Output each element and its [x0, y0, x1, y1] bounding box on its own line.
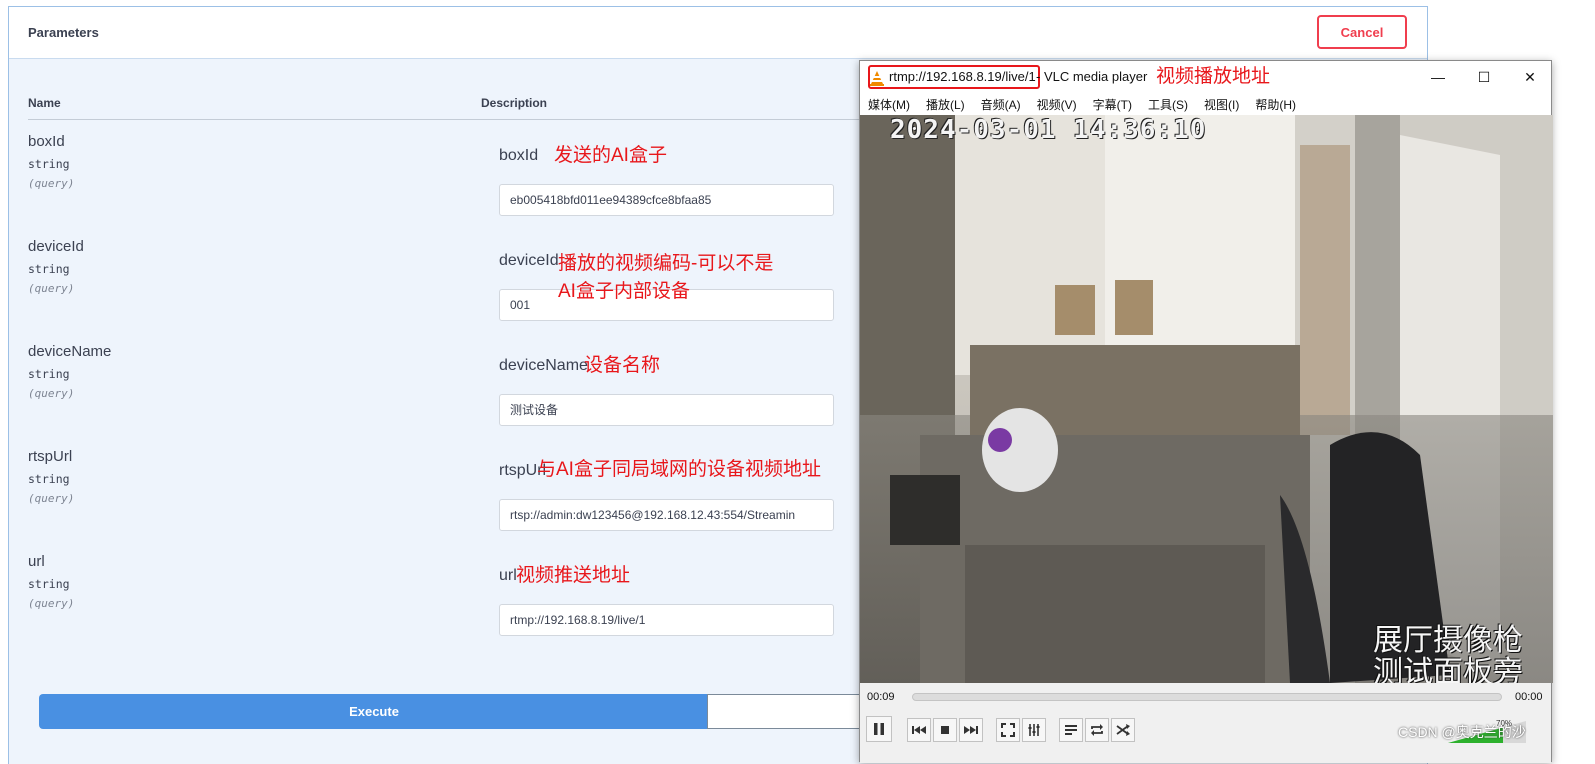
- column-header-name: Name: [28, 96, 61, 110]
- video-timestamp: 2024-03-01 14:36:10: [890, 115, 1207, 145]
- param-description: url: [499, 567, 517, 584]
- annotation-url: 视频推送地址: [516, 565, 631, 586]
- skip-back-icon: [912, 726, 926, 734]
- vlc-window: rtmp://192.168.8.19/live/1 - VLC media p…: [859, 60, 1553, 763]
- menu-tools[interactable]: 工具(S): [1148, 96, 1188, 113]
- annotation-deviceid-line1: 播放的视频编码-可以不是: [558, 253, 774, 274]
- vlc-menubar: 媒体(M) 播放(L) 音频(A) 视频(V) 字幕(T) 工具(S) 视图(I…: [860, 93, 1551, 115]
- menu-view[interactable]: 视图(I): [1204, 96, 1239, 113]
- pause-icon: [874, 723, 884, 735]
- param-row-devicename: deviceName string (query) deviceName 测试设…: [28, 343, 883, 443]
- param-type: string: [28, 367, 70, 381]
- extended-settings-button[interactable]: [1022, 718, 1046, 742]
- param-row-url: url string (query) url rtmp://192.168.8.…: [28, 553, 883, 653]
- param-location: (query): [28, 492, 75, 505]
- minimize-button[interactable]: —: [1415, 61, 1461, 93]
- stop-icon: [941, 726, 949, 734]
- equalizer-icon: [1028, 724, 1040, 736]
- vlc-titlebar: rtmp://192.168.8.19/live/1 - VLC media p…: [860, 61, 1551, 93]
- annotation-boxid: 发送的AI盒子: [554, 145, 667, 166]
- total-time: 00:00: [1515, 691, 1543, 703]
- menu-subtitle[interactable]: 字幕(T): [1093, 96, 1132, 113]
- annotation-rtspurl: 与AI盒子同局域网的设备视频地址: [537, 459, 821, 480]
- clear-button[interactable]: [707, 694, 867, 729]
- param-name: rtspUrl: [28, 448, 73, 465]
- shuffle-button[interactable]: [1111, 718, 1135, 742]
- param-location: (query): [28, 597, 75, 610]
- loop-icon: [1091, 724, 1103, 736]
- menu-playback[interactable]: 播放(L): [926, 96, 965, 113]
- param-name: url: [28, 553, 45, 570]
- seek-bar[interactable]: [912, 693, 1502, 701]
- fullscreen-button[interactable]: [996, 718, 1020, 742]
- csdn-watermark: CSDN @奥克兰的沙: [1398, 724, 1526, 740]
- param-location: (query): [28, 282, 75, 295]
- param-location: (query): [28, 177, 75, 190]
- column-header-description: Description: [481, 96, 548, 110]
- param-description: deviceName: [499, 357, 588, 374]
- param-location: (query): [28, 387, 75, 400]
- param-description: deviceId: [499, 252, 559, 269]
- camera-scene-image: [860, 115, 1553, 683]
- pause-button[interactable]: [866, 716, 892, 742]
- menu-media[interactable]: 媒体(M): [868, 96, 910, 113]
- param-type: string: [28, 577, 70, 591]
- parameters-title: Parameters: [28, 25, 99, 40]
- stop-button[interactable]: [933, 718, 957, 742]
- param-type: string: [28, 472, 70, 486]
- loop-button[interactable]: [1085, 718, 1109, 742]
- shuffle-icon: [1116, 724, 1130, 736]
- url-input[interactable]: rtmp://192.168.8.19/live/1: [499, 604, 834, 636]
- param-name: deviceName: [28, 343, 112, 360]
- annotation-vlc-title: 视频播放地址: [1156, 66, 1271, 87]
- annotation-deviceid-line2: AI盒子内部设备: [558, 281, 690, 302]
- menu-video[interactable]: 视频(V): [1037, 96, 1077, 113]
- param-name: deviceId: [28, 238, 84, 255]
- header-divider: [28, 119, 883, 120]
- close-button[interactable]: ✕: [1507, 61, 1553, 93]
- boxid-input[interactable]: eb005418bfd011ee94389cfce8bfaa85: [499, 184, 834, 216]
- elapsed-time: 00:09: [867, 691, 895, 703]
- vlc-title-suffix: - VLC media player: [1036, 69, 1148, 84]
- annotation-devicename: 设备名称: [584, 355, 661, 376]
- rtspurl-input[interactable]: rtsp://admin:dw123456@192.168.12.43:554/…: [499, 499, 834, 531]
- playlist-button[interactable]: [1059, 718, 1083, 742]
- next-button[interactable]: [959, 718, 983, 742]
- parameters-header: Parameters Cancel: [9, 7, 1427, 59]
- param-type: string: [28, 262, 70, 276]
- param-type: string: [28, 157, 70, 171]
- video-overlay-line2: 测试面板旁: [1373, 656, 1523, 683]
- video-frame[interactable]: 2024-03-01 14:36:10 展厅摄像枪 测试面板旁: [860, 115, 1553, 683]
- menu-help[interactable]: 帮助(H): [1255, 96, 1296, 113]
- vlc-stream-url: rtmp://192.168.8.19/live/1: [889, 69, 1036, 84]
- menu-audio[interactable]: 音频(A): [981, 96, 1021, 113]
- cancel-button[interactable]: Cancel: [1317, 15, 1407, 49]
- execute-button[interactable]: Execute: [39, 694, 709, 729]
- param-name: boxId: [28, 133, 65, 150]
- previous-button[interactable]: [907, 718, 931, 742]
- param-row-boxid: boxId string (query) boxId eb005418bfd01…: [28, 133, 883, 233]
- skip-forward-icon: [964, 726, 978, 734]
- fullscreen-icon: [1001, 723, 1015, 737]
- param-description: boxId: [499, 147, 539, 164]
- devicename-input[interactable]: 测试设备: [499, 394, 834, 426]
- playlist-icon: [1065, 725, 1077, 735]
- maximize-button[interactable]: ☐: [1461, 61, 1507, 93]
